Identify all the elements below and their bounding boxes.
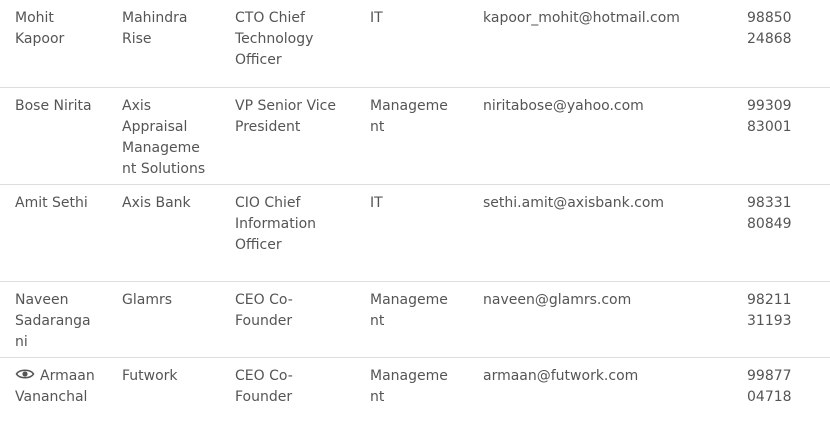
contact-name: Amit Sethi [0,184,107,282]
contact-phone: 99309 83001 [732,87,830,185]
contact-email: kapoor_mohit@hotmail.com [468,0,732,88]
table-row: Armaan Vananchal Futwork CEO Co-Founder … [0,358,830,429]
contact-name: Naveen Sadarangani [0,281,107,358]
contact-phone: 98211 31193 [732,281,830,358]
contact-email: niritabose@yahoo.com [468,87,732,185]
contact-phone: 98331 80849 [732,184,830,282]
contact-department: Management [370,368,448,405]
contact-company: Futwork [122,368,178,384]
contact-company: Axis Appraisal Management Solutions [107,87,220,185]
contact-name: Mohit Kapoor [0,0,107,88]
contact-department: Management [355,87,468,185]
table-row: Bose Nirita Axis Appraisal Management So… [0,87,830,185]
contact-title: VP Senior Vice President [220,87,355,185]
contact-department: IT [355,184,468,282]
contact-name: Bose Nirita [0,87,107,185]
contact-title: CTO Chief Technology Officer [220,0,355,88]
contact-company: Glamrs [107,281,220,358]
contact-company: Axis Bank [107,184,220,282]
contact-email: sethi.amit@axisbank.com [468,184,732,282]
contacts-table: Mohit Kapoor Mahindra Rise CTO Chief Tec… [0,0,830,428]
table-row: Mohit Kapoor Mahindra Rise CTO Chief Tec… [0,0,830,88]
contact-title: CEO Co-Founder [235,368,293,405]
contact-phone: 99877 04718 [747,368,792,405]
table-row: Naveen Sadarangani Glamrs CEO Co-Founder… [0,281,830,358]
contact-name-cell: Armaan Vananchal [0,358,107,429]
contact-email: armaan@futwork.com [483,368,639,384]
contact-email: naveen@glamrs.com [468,281,732,358]
contact-title: CIO Chief Information Officer [220,184,355,282]
contact-department: IT [355,0,468,88]
eye-icon[interactable] [15,367,35,381]
table-row: Amit Sethi Axis Bank CIO Chief Informati… [0,184,830,282]
contact-department: Management [355,281,468,358]
contact-phone: 98850 24868 [732,0,830,88]
contact-title: CEO Co-Founder [220,281,355,358]
contact-company: Mahindra Rise [107,0,220,88]
